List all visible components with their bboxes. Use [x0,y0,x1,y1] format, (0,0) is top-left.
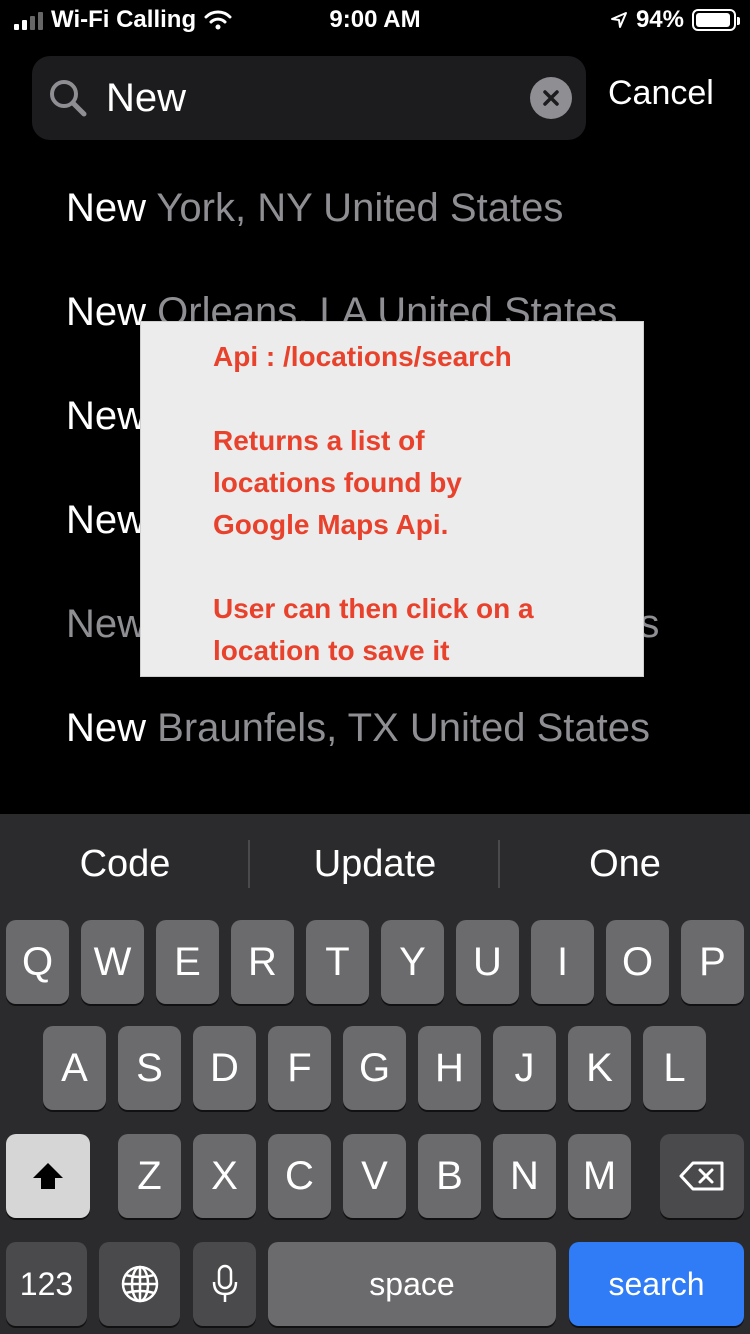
search-icon [50,80,87,117]
result-match-text: New [66,706,147,750]
note-line: Api : /locations/search [213,341,512,372]
key-n[interactable]: N [493,1134,556,1218]
keyboard: Code Update One Q W E R T Y U I O P A S … [0,814,750,1334]
battery-icon [692,9,740,31]
predictive-bar: Code Update One [0,814,750,914]
result-match-text: New [66,498,147,542]
delete-key[interactable] [660,1134,744,1218]
key-m[interactable]: M [568,1134,631,1218]
key-u[interactable]: U [456,920,519,1004]
key-k[interactable]: K [568,1026,631,1110]
dictation-key[interactable] [193,1242,256,1326]
key-s[interactable]: S [118,1026,181,1110]
key-f[interactable]: F [268,1026,331,1110]
result-match-text: New [66,186,147,230]
key-e[interactable]: E [156,920,219,1004]
clear-search-button[interactable] [530,77,572,119]
key-z[interactable]: Z [118,1134,181,1218]
result-item[interactable]: New [66,498,146,543]
space-key[interactable]: space [268,1242,556,1326]
annotation-note: Api : /locations/search Returns a list o… [140,321,644,677]
result-item[interactable]: New Braunfels, TX United States [66,706,650,751]
note-line: location to save it [213,635,450,666]
key-l[interactable]: L [643,1026,706,1110]
key-p[interactable]: P [681,920,744,1004]
status-bar: Wi-Fi Calling 9:00 AM 94% [0,0,750,40]
result-item[interactable]: New [66,394,146,439]
backspace-icon [679,1161,724,1191]
globe-icon [121,1265,158,1303]
key-d[interactable]: D [193,1026,256,1110]
key-j[interactable]: J [493,1026,556,1110]
key-c[interactable]: C [268,1134,331,1218]
globe-key[interactable] [99,1242,180,1326]
key-r[interactable]: R [231,920,294,1004]
search-bar[interactable]: New [32,56,586,140]
key-x[interactable]: X [193,1134,256,1218]
result-rest-text: York, NY United States [146,186,564,230]
result-match-text: New [66,290,147,334]
microphone-icon [212,1264,237,1302]
key-a[interactable]: A [43,1026,106,1110]
result-rest-text: Braunfels, TX United States [146,706,650,750]
key-i[interactable]: I [531,920,594,1004]
location-arrow-icon [610,12,627,28]
note-line: Returns a list of [213,425,425,456]
close-icon [543,90,559,106]
search-input[interactable]: New [106,56,526,140]
key-b[interactable]: B [418,1134,481,1218]
key-t[interactable]: T [306,920,369,1004]
result-match-text: New [66,602,147,646]
key-o[interactable]: O [606,920,669,1004]
search-key[interactable]: search [569,1242,744,1326]
prediction-item[interactable]: Code [0,814,250,914]
numbers-key[interactable]: 123 [6,1242,87,1326]
key-y[interactable]: Y [381,920,444,1004]
prediction-item[interactable]: One [500,814,750,914]
key-w[interactable]: W [81,920,144,1004]
key-g[interactable]: G [343,1026,406,1110]
note-line: User can then click on a [213,593,534,624]
battery-percent: 94% [635,6,684,33]
key-v[interactable]: V [343,1134,406,1218]
note-line: locations found by [213,467,462,498]
shift-arrow-icon [33,1163,63,1189]
result-item[interactable]: New York, NY United States [66,186,563,231]
shift-key[interactable] [6,1134,90,1218]
cancel-button[interactable]: Cancel [608,74,714,113]
prediction-item[interactable]: Update [250,814,500,914]
key-h[interactable]: H [418,1026,481,1110]
key-q[interactable]: Q [6,920,69,1004]
result-match-text: New [66,394,147,438]
status-right: 94% [610,6,740,34]
note-line: Google Maps Api. [213,509,449,540]
